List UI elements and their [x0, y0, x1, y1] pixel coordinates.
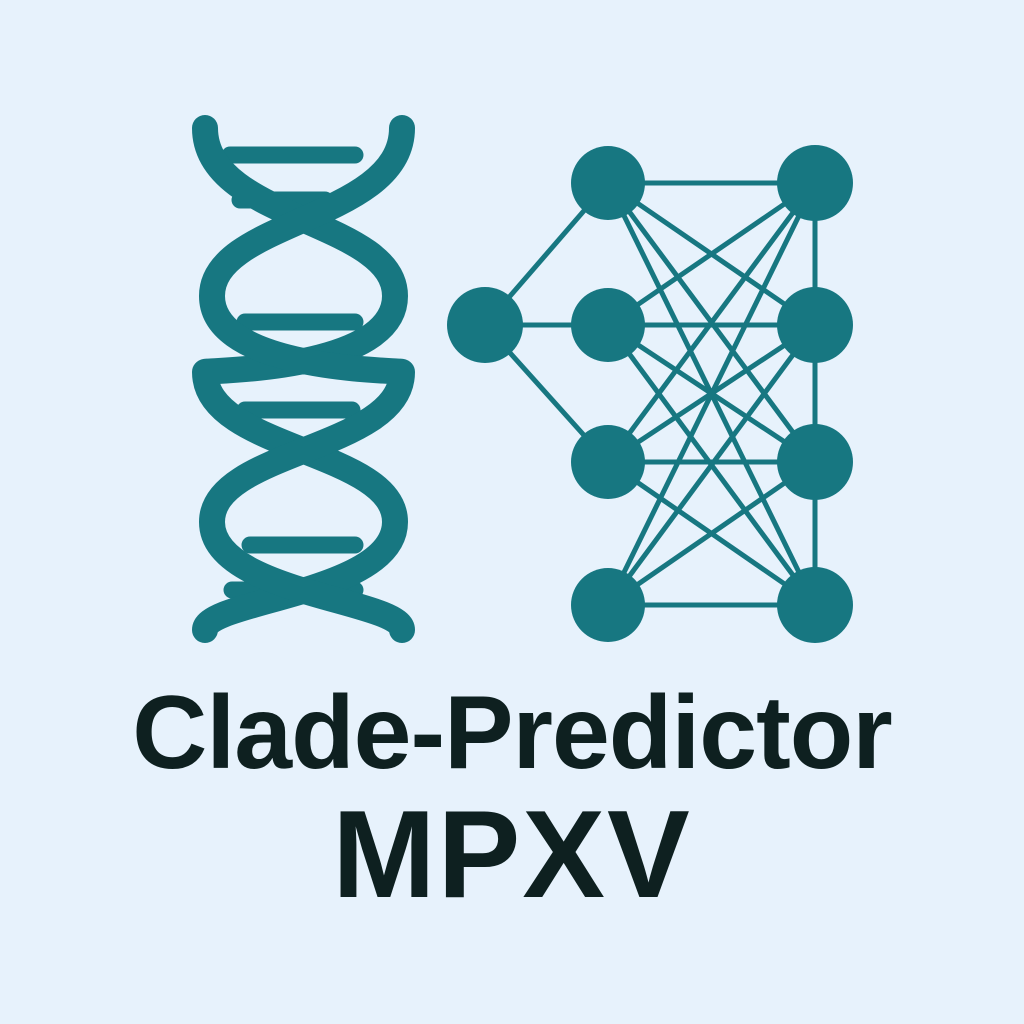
network-node-output-1: [777, 145, 853, 221]
neural-network-icon: [447, 145, 853, 643]
app-title: Clade-Predictor: [132, 675, 892, 791]
network-node-hidden-4: [571, 568, 645, 642]
dna-double-helix-icon: [191, 115, 416, 643]
network-node-output-3: [777, 424, 853, 500]
network-node-output-2: [777, 287, 853, 363]
network-node-hidden-3: [571, 425, 645, 499]
network-node-hidden-1: [571, 146, 645, 220]
network-nodes: [447, 145, 853, 643]
network-connections: [483, 180, 818, 608]
network-node-hidden-2: [571, 288, 645, 362]
network-node-input: [447, 287, 523, 363]
app-subtitle: MPXV: [332, 786, 692, 924]
network-node-output-4: [777, 567, 853, 643]
